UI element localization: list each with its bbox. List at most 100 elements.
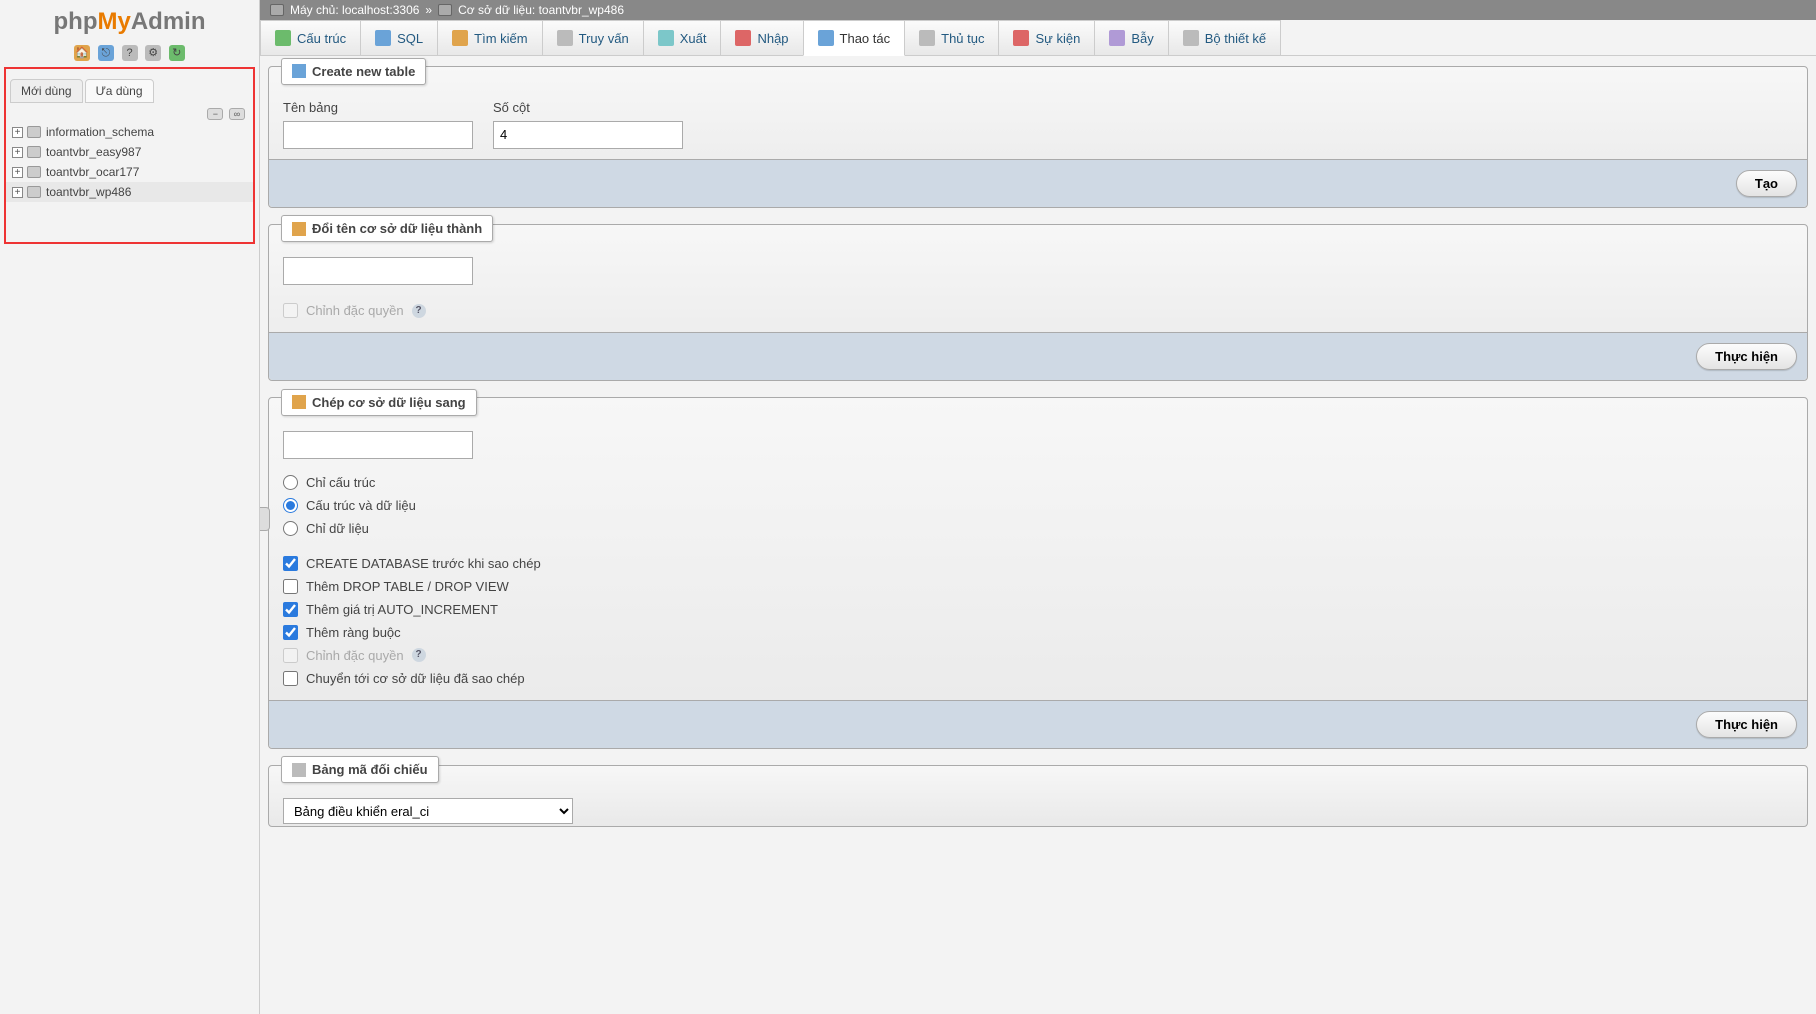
checkbox-add-drop[interactable] <box>283 579 298 594</box>
tab-import[interactable]: Nhập <box>720 20 803 55</box>
tab-export[interactable]: Xuất <box>643 20 722 55</box>
collapse-all-icon[interactable]: − <box>207 108 223 120</box>
radio-data-only[interactable]: Chỉ dữ liệu <box>283 517 1793 540</box>
label-table-name: Tên bảng <box>283 100 473 115</box>
label-num-columns: Số cột <box>493 100 683 115</box>
main-tabs: Cấu trúc SQL Tìm kiếm Truy vấn Xuất Nhập… <box>260 20 1816 56</box>
radio-structure-only-input[interactable] <box>283 475 298 490</box>
legend-create-table: Create new table <box>281 58 426 85</box>
breadcrumb-database[interactable]: Cơ sở dữ liệu: toantvbr_wp486 <box>458 3 624 17</box>
logo-part-admin: Admin <box>131 8 206 35</box>
tab-sql[interactable]: SQL <box>360 20 438 55</box>
expand-icon[interactable]: + <box>12 187 23 198</box>
db-name: toantvbr_easy987 <box>46 145 141 159</box>
database-icon <box>27 146 41 158</box>
docs-icon[interactable]: ? <box>122 45 138 61</box>
tab-query[interactable]: Truy vấn <box>542 20 644 55</box>
checkbox-add-constraints[interactable] <box>283 625 298 640</box>
help-icon[interactable]: ? <box>412 648 426 662</box>
tab-favorite[interactable]: Ưa dùng <box>85 79 154 103</box>
panel-copy-db: Chép cơ sở dữ liệu sang Chỉ cấu trúc Cấ <box>268 397 1808 749</box>
checkbox-switch-db[interactable] <box>283 671 298 686</box>
server-icon <box>270 4 284 16</box>
reload-icon[interactable]: ↻ <box>169 45 185 61</box>
help-icon[interactable]: ? <box>412 304 426 318</box>
collation-icon <box>292 763 306 777</box>
export-icon <box>658 30 674 46</box>
tab-designer[interactable]: Bộ thiết kế <box>1168 20 1281 55</box>
tab-routines[interactable]: Thủ tục <box>904 20 999 55</box>
database-icon <box>438 4 452 16</box>
checkbox-create-db[interactable] <box>283 556 298 571</box>
panel-create-table: Create new table Tên bảng Số cột <box>268 66 1808 208</box>
chk-add-autoinc[interactable]: Thêm giá trị AUTO_INCREMENT <box>283 598 1793 621</box>
chk-create-db[interactable]: CREATE DATABASE trước khi sao chép <box>283 552 1793 575</box>
input-copy-db-name[interactable] <box>283 431 473 459</box>
main: Máy chủ: localhost:3306 » Cơ sở dữ liệu:… <box>260 0 1816 1014</box>
rename-db-button[interactable]: Thực hiện <box>1696 343 1797 370</box>
breadcrumb-sep: » <box>425 3 432 17</box>
db-item[interactable]: + toantvbr_ocar177 <box>6 162 253 182</box>
breadcrumb-server[interactable]: Máy chủ: localhost:3306 <box>290 3 419 17</box>
chk-switch-db[interactable]: Chuyển tới cơ sở dữ liệu đã sao chép <box>283 667 1793 690</box>
search-icon <box>452 30 468 46</box>
create-table-button[interactable]: Tạo <box>1736 170 1797 197</box>
db-name: toantvbr_wp486 <box>46 185 131 199</box>
structure-icon <box>275 30 291 46</box>
db-item[interactable]: + information_schema <box>6 122 253 142</box>
home-icon[interactable]: 🏠 <box>74 45 90 61</box>
input-rename-db[interactable] <box>283 257 473 285</box>
chk-copy-adjust-priv[interactable]: Chỉnh đặc quyền ? <box>283 644 1793 667</box>
tree-toolbar: − ∞ <box>6 103 253 122</box>
legend-copy-db: Chép cơ sở dữ liệu sang <box>281 389 477 416</box>
db-name: information_schema <box>46 125 154 139</box>
expand-icon[interactable]: + <box>12 167 23 178</box>
tab-operations[interactable]: Thao tác <box>803 20 906 56</box>
checkbox-adjust-priv[interactable] <box>283 303 298 318</box>
radio-structure-only[interactable]: Chỉ cấu trúc <box>283 471 1793 494</box>
logo-part-my: My <box>97 8 130 35</box>
select-collation[interactable]: Bảng điều khiển eral_ci <box>283 798 573 824</box>
radio-structure-and-data[interactable]: Cấu trúc và dữ liệu <box>283 494 1793 517</box>
db-item[interactable]: + toantvbr_easy987 <box>6 142 253 162</box>
tab-events[interactable]: Sự kiện <box>998 20 1095 55</box>
operations-icon <box>818 30 834 46</box>
database-tree-highlight: Mới dùng Ưa dùng − ∞ + information_schem… <box>4 67 255 244</box>
breadcrumb: Máy chủ: localhost:3306 » Cơ sở dữ liệu:… <box>260 0 1816 20</box>
tab-structure[interactable]: Cấu trúc <box>260 20 361 55</box>
logout-icon[interactable]: ⎋ <box>98 45 114 61</box>
settings-icon[interactable]: ⚙ <box>145 45 161 61</box>
events-icon <box>1013 30 1029 46</box>
db-name: toantvbr_ocar177 <box>46 165 139 179</box>
routines-icon <box>919 30 935 46</box>
radio-structure-and-data-input[interactable] <box>283 498 298 513</box>
legend-rename-db: Đổi tên cơ sở dữ liệu thành <box>281 215 493 242</box>
pencil-icon <box>292 395 306 409</box>
tab-triggers[interactable]: Bẫy <box>1094 20 1168 55</box>
tab-recent[interactable]: Mới dùng <box>10 79 83 103</box>
chk-rename-adjust-priv[interactable]: Chỉnh đặc quyền ? <box>283 299 1793 322</box>
tab-search[interactable]: Tìm kiếm <box>437 20 542 55</box>
input-table-name[interactable] <box>283 121 473 149</box>
sql-icon <box>375 30 391 46</box>
checkbox-add-autoinc[interactable] <box>283 602 298 617</box>
expand-icon[interactable]: + <box>12 127 23 138</box>
radio-data-only-input[interactable] <box>283 521 298 536</box>
panel-collation: Bảng mã đối chiếu Bảng điều khiển eral_c… <box>268 765 1808 828</box>
expand-icon[interactable]: + <box>12 147 23 158</box>
checkbox-copy-adjust-priv[interactable] <box>283 648 298 663</box>
database-icon <box>27 126 41 138</box>
database-icon <box>27 166 41 178</box>
link-icon[interactable]: ∞ <box>229 108 245 120</box>
copy-db-button[interactable]: Thực hiện <box>1696 711 1797 738</box>
chk-add-constraints[interactable]: Thêm ràng buộc <box>283 621 1793 644</box>
collapse-sidebar-icon[interactable] <box>260 507 270 531</box>
db-item-selected[interactable]: + toantvbr_wp486 <box>6 182 253 202</box>
input-num-columns[interactable] <box>493 121 683 149</box>
chk-add-drop[interactable]: Thêm DROP TABLE / DROP VIEW <box>283 575 1793 598</box>
panel-rename-db: Đổi tên cơ sở dữ liệu thành Chỉnh đặc qu… <box>268 224 1808 382</box>
designer-icon <box>1183 30 1199 46</box>
sidebar-tabs: Mới dùng Ưa dùng <box>6 75 253 103</box>
logo: phpMyAdmin <box>0 0 259 40</box>
query-icon <box>557 30 573 46</box>
